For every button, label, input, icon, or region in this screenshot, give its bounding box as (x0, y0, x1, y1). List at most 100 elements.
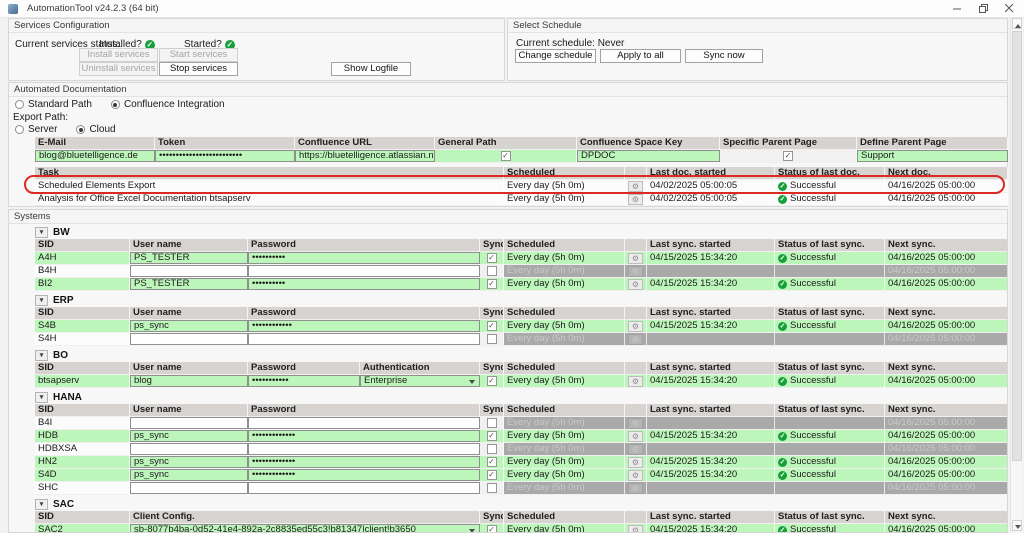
sync-checkbox[interactable] (486, 525, 497, 532)
user-input[interactable] (130, 265, 248, 277)
system-row[interactable]: SHC Every day (5h 0m) 04/16/2025 05:00:00 (35, 482, 1007, 495)
gear-icon[interactable] (628, 193, 643, 205)
parent-page-input[interactable]: Support (857, 150, 1008, 162)
system-row[interactable]: HN2 ps_sync ••••••••••••• Every day (5h 0m)… (35, 456, 1007, 469)
gear-icon[interactable] (628, 469, 643, 481)
password-input[interactable]: ••••••••••••• (248, 469, 480, 481)
email-input[interactable]: blog@bluetelligence.de (35, 150, 155, 162)
system-row[interactable]: B4I Every day (5h 0m) 04/16/2025 05:00:00 (35, 417, 1007, 430)
sync-checkbox[interactable] (486, 253, 497, 263)
collapse-button[interactable] (35, 350, 48, 361)
system-row[interactable]: HDBXSA Every day (5h 0m) 04/16/2025 05:00:… (35, 443, 1007, 456)
user-input[interactable]: PS_TESTER (130, 278, 248, 290)
system-row[interactable]: A4H PS_TESTER •••••••••• Every day (5h 0m) 0… (35, 252, 1007, 265)
password-input[interactable] (248, 443, 480, 455)
sync-checkbox[interactable] (486, 376, 497, 386)
system-row[interactable]: HDB ps_sync ••••••••••••• Every day (5h 0m)… (35, 430, 1007, 443)
user-input[interactable]: ps_sync (130, 320, 248, 332)
password-input[interactable]: ••••••••••••• (248, 430, 480, 442)
password-input[interactable]: •••••••••• (248, 278, 480, 290)
user-input[interactable]: blog (130, 375, 248, 387)
password-input[interactable]: ••••••••••• (248, 375, 360, 387)
space-key-input[interactable]: DPDOC (577, 150, 720, 162)
show-logfile-button[interactable]: Show Logfile (331, 62, 411, 76)
system-row[interactable]: btsapserv blog ••••••••••• Enterprise Every … (35, 375, 1007, 388)
gear-icon[interactable] (628, 375, 643, 387)
server-radio[interactable]: Server (15, 124, 57, 135)
gear-icon[interactable] (628, 320, 643, 332)
scroll-up-button[interactable] (1012, 18, 1022, 29)
client-config-select[interactable]: sb-8077b4ba-0d52-41e4-892a-2c8835ed55c3!… (130, 524, 480, 532)
general-path-checkbox[interactable] (500, 151, 511, 161)
specific-parent-checkbox[interactable] (783, 151, 793, 161)
gear-icon[interactable] (628, 265, 643, 277)
close-icon[interactable] (996, 0, 1022, 17)
user-input[interactable] (130, 333, 248, 345)
gear-icon[interactable] (628, 278, 643, 290)
password-input[interactable]: •••••••••• (248, 252, 480, 264)
sync-checkbox[interactable] (486, 418, 497, 428)
system-row[interactable]: SAC2 sb-8077b4ba-0d52-41e4-892a-2c8835ed5… (35, 524, 1007, 532)
cloud-radio[interactable]: Cloud (76, 124, 116, 135)
gear-icon[interactable] (628, 417, 643, 429)
stop-services-button[interactable]: Stop services (159, 62, 238, 76)
user-input[interactable]: PS_TESTER (130, 252, 248, 264)
collapse-button[interactable] (35, 499, 48, 510)
sync-checkbox[interactable] (486, 279, 497, 289)
change-schedule-button[interactable]: Change schedule (515, 49, 596, 63)
password-input[interactable]: •••••••••••• (248, 320, 480, 332)
password-input[interactable] (248, 333, 480, 345)
standard-path-radio[interactable]: Standard Path (15, 99, 92, 110)
sync-checkbox[interactable] (486, 431, 497, 441)
gear-icon[interactable] (628, 456, 643, 468)
password-input[interactable]: ••••••••••••• (248, 456, 480, 468)
minimize-button[interactable] (944, 0, 970, 17)
gear-icon[interactable] (628, 443, 643, 455)
scroll-down-button[interactable] (1012, 520, 1022, 531)
user-input[interactable]: ps_sync (130, 430, 248, 442)
confluence-url-input[interactable]: https://bluetelligence.atlassian.net (295, 150, 435, 162)
gear-icon[interactable] (628, 482, 643, 494)
system-row[interactable]: S4D ps_sync ••••••••••••• Every day (5h 0m)… (35, 469, 1007, 482)
scrollbar-thumb[interactable] (1012, 31, 1022, 461)
gear-icon[interactable] (628, 252, 643, 264)
sync-checkbox[interactable] (486, 483, 497, 493)
system-row[interactable]: S4H Every day (5h 0m) 04/16/2025 05:00:00 (35, 333, 1007, 346)
gear-icon[interactable] (628, 524, 643, 532)
restore-button[interactable] (970, 0, 996, 17)
install-services-button[interactable]: Install services (79, 48, 158, 62)
task-row[interactable]: Analysis for Office Excel Documentation … (35, 193, 1008, 206)
sync-checkbox[interactable] (486, 321, 497, 331)
user-input[interactable]: ps_sync (130, 456, 248, 468)
sync-checkbox[interactable] (486, 457, 497, 467)
user-input[interactable] (130, 482, 248, 494)
system-row[interactable]: BI2 PS_TESTER •••••••••• Every day (5h 0m) 0… (35, 278, 1007, 291)
token-input[interactable]: ••••••••••••••••••••••••• (155, 150, 295, 162)
system-row[interactable]: S4B ps_sync •••••••••••• Every day (5h 0m) 0… (35, 320, 1007, 333)
password-input[interactable] (248, 417, 480, 429)
collapse-button[interactable] (35, 392, 48, 403)
sync-checkbox[interactable] (486, 470, 497, 480)
sync-checkbox[interactable] (486, 334, 497, 344)
user-input[interactable] (130, 443, 248, 455)
sync-checkbox[interactable] (486, 266, 497, 276)
gear-icon[interactable] (628, 180, 643, 192)
system-row[interactable]: B4H Every day (5h 0m) 04/16/2025 05:00:00 (35, 265, 1007, 278)
password-input[interactable] (248, 482, 480, 494)
task-row[interactable]: Scheduled Elements Export Every day (5h 0… (35, 180, 1008, 193)
user-input[interactable]: ps_sync (130, 469, 248, 481)
gear-icon[interactable] (628, 430, 643, 442)
sync-checkbox[interactable] (486, 444, 497, 454)
sync-now-button[interactable]: Sync now (685, 49, 763, 63)
apply-to-all-systems-button[interactable]: Apply to all systems (600, 49, 681, 63)
confluence-integration-radio[interactable]: Confluence Integration (110, 99, 225, 110)
collapse-button[interactable] (35, 295, 48, 306)
gear-icon[interactable] (628, 333, 643, 345)
authentication-select[interactable]: Enterprise (360, 375, 480, 387)
vertical-scrollbar[interactable] (1010, 17, 1023, 533)
password-input[interactable] (248, 265, 480, 277)
user-input[interactable] (130, 417, 248, 429)
collapse-button[interactable] (35, 227, 48, 238)
uninstall-services-button[interactable]: Uninstall services (79, 62, 158, 76)
start-services-button[interactable]: Start services (159, 48, 238, 62)
